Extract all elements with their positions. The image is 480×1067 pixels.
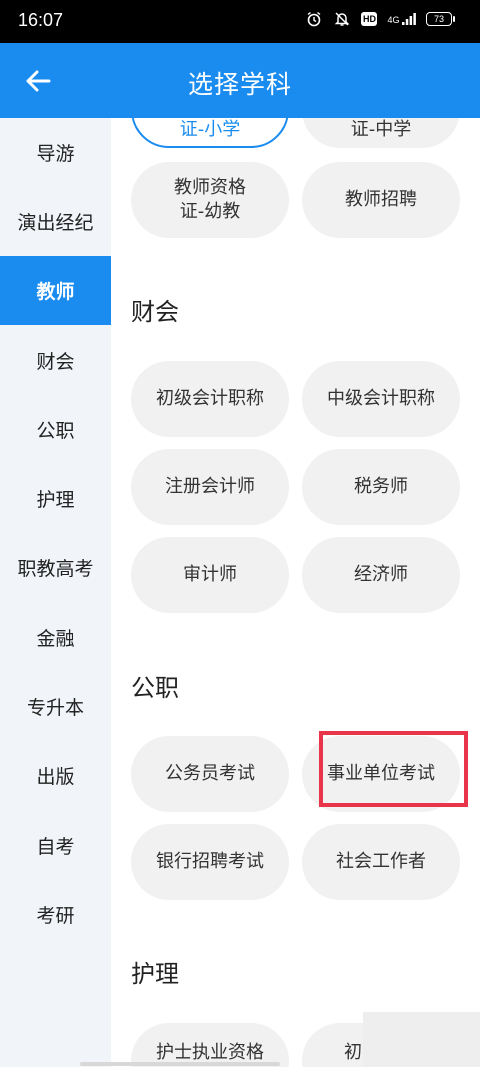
subject-pill[interactable]: 证-中学 <box>302 118 460 148</box>
status-bar: 16:07 HD 4G 73 <box>0 0 480 43</box>
subject-pill[interactable]: 税务师 <box>302 449 460 525</box>
subject-pill[interactable]: 教师资格 证-幼教 <box>131 162 289 238</box>
subject-pill[interactable]: 教师招聘 <box>302 162 460 238</box>
section-title-public-service: 公职 <box>131 674 179 702</box>
subject-pill[interactable]: 公务员考试 <box>131 736 289 812</box>
sidebar-item-finance[interactable]: 金融 <box>0 603 111 672</box>
corner-overlay <box>363 1012 480 1067</box>
sidebar-item-tour-guide[interactable]: 导游 <box>0 118 111 187</box>
battery-icon: 73 <box>426 12 455 26</box>
subject-pill[interactable]: 证-小学 <box>131 118 289 148</box>
sidebar-item-performance-agent[interactable]: 演出经纪 <box>0 187 111 256</box>
subject-pill[interactable]: 初级会计职称 <box>131 361 289 437</box>
mute-icon <box>333 10 351 28</box>
sidebar-item-accounting[interactable]: 财会 <box>0 326 111 395</box>
hd-icon: HD <box>361 12 378 26</box>
sidebar-item-upgrade-degree[interactable]: 专升本 <box>0 672 111 741</box>
sidebar-item-publishing[interactable]: 出版 <box>0 741 111 810</box>
subject-label: 初 <box>344 1041 362 1063</box>
sidebar-item-postgraduate[interactable]: 考研 <box>0 880 111 949</box>
signal-icon: 4G <box>387 13 416 25</box>
alarm-icon <box>305 10 323 28</box>
app-bar: 选择学科 <box>0 43 480 118</box>
status-time: 16:07 <box>18 10 64 30</box>
subject-pill[interactable]: 社会工作者 <box>302 824 460 900</box>
category-sidebar: 导游 演出经纪 教师 财会 公职 护理 职教高考 金融 专升本 出版 自考 考研 <box>0 118 111 1067</box>
sidebar-item-public-service[interactable]: 公职 <box>0 395 111 464</box>
subject-pill[interactable]: 护士执业资格 <box>131 1023 289 1067</box>
subject-pill[interactable]: 经济师 <box>302 537 460 613</box>
subject-pill[interactable]: 中级会计职称 <box>302 361 460 437</box>
sidebar-item-teacher[interactable]: 教师 <box>0 256 111 325</box>
sidebar-item-nursing[interactable]: 护理 <box>0 464 111 533</box>
status-icons: HD 4G 73 <box>305 10 455 28</box>
subject-list[interactable]: 证-小学 证-中学 教师资格 证-幼教 教师招聘 财会 初级会计职称 中级会计职… <box>111 118 480 1067</box>
subject-label: 证-小学 <box>179 118 241 140</box>
highlight-box <box>319 731 468 807</box>
subject-pill[interactable]: 注册会计师 <box>131 449 289 525</box>
subject-label: 证-中学 <box>350 118 412 140</box>
battery-level: 73 <box>433 14 444 24</box>
section-title-accounting: 财会 <box>131 298 179 326</box>
home-indicator <box>80 1062 280 1066</box>
page-title: 选择学科 <box>187 70 292 99</box>
sidebar-item-vocational-exam[interactable]: 职教高考 <box>0 533 111 602</box>
subject-pill[interactable]: 银行招聘考试 <box>131 824 289 900</box>
subject-pill[interactable]: 审计师 <box>131 537 289 613</box>
section-title-nursing: 护理 <box>131 960 179 988</box>
sidebar-item-self-study[interactable]: 自考 <box>0 811 111 880</box>
network-type: 4G <box>387 15 400 25</box>
